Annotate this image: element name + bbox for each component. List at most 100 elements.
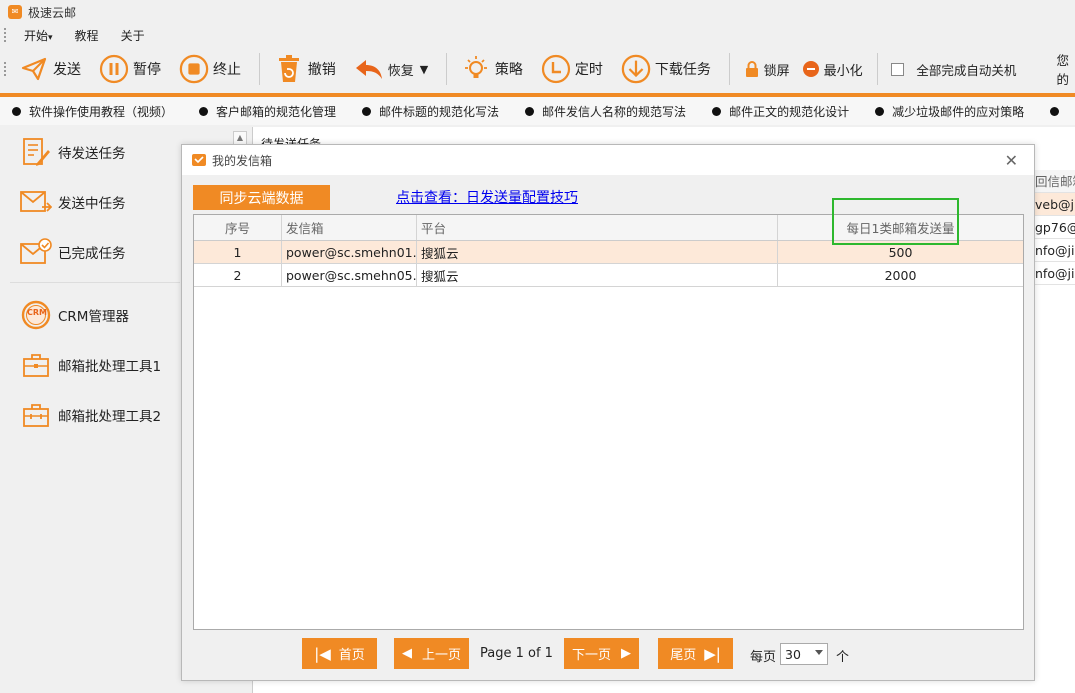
column-header-platform[interactable]: 平台	[417, 215, 778, 240]
sidebar-item-sending[interactable]: 发送中任务	[20, 186, 126, 218]
chevron-down-icon	[815, 650, 823, 655]
prev-page-button[interactable]: ◀ 上一页	[394, 638, 469, 669]
paper-plane-icon	[19, 54, 49, 84]
sidebar-item-completed[interactable]: 已完成任务	[20, 236, 126, 268]
envelope-check-icon	[20, 236, 52, 268]
minimize-label: 最小化	[823, 63, 863, 79]
cell-platform: 搜狐云	[417, 241, 778, 263]
envelope-arrow-icon	[20, 186, 52, 218]
restore-button[interactable]: 恢复 ▼	[354, 49, 428, 89]
cell-platform: 搜狐云	[417, 264, 778, 286]
table-cell-partial: nfo@jisu	[1035, 262, 1075, 285]
table-row[interactable]: 2 power@sc.smehn05... 搜狐云 2000	[194, 264, 1023, 287]
menu-bar: 开始▾ 教程 关于	[0, 24, 1075, 46]
tutorial-link[interactable]: 邮件标题的规范化写法	[362, 103, 499, 120]
send-button[interactable]: 发送	[19, 49, 81, 89]
auto-shutdown-checkbox[interactable]	[891, 62, 905, 76]
table-header: 序号 发信箱 平台 每日1类邮箱发送量	[194, 215, 1023, 241]
stop-button[interactable]: 终止	[179, 49, 241, 89]
scroll-up-arrow-icon[interactable]: ▲	[233, 131, 247, 145]
bullet-icon	[1050, 106, 1060, 116]
per-page-select[interactable]: 30	[780, 643, 828, 665]
cell-daily-volume[interactable]: 2000	[778, 264, 1023, 286]
next-page-button[interactable]: 下一页 ▶	[564, 638, 639, 669]
sidebar-divider	[10, 282, 180, 283]
lock-label: 锁屏	[763, 63, 790, 79]
daily-send-tips-link[interactable]: 点击查看：日发送量配置技巧	[396, 187, 578, 207]
minus-circle-icon	[802, 54, 820, 84]
background-reply-column: 回信邮箱 veb@jisu gp76@ nfo@jisu nfo@jisu	[1035, 170, 1075, 290]
close-icon[interactable]: ✕	[1005, 151, 1018, 170]
column-header-partial: 回信邮箱	[1035, 170, 1075, 193]
user-greeting-partial: 您的	[1056, 53, 1069, 87]
pause-button[interactable]: 暂停	[99, 49, 161, 89]
sidebar-item-label: 邮箱批处理工具2	[58, 409, 162, 425]
strategy-button[interactable]: 策略	[461, 49, 523, 89]
menu-tutorial[interactable]: 教程	[75, 27, 99, 44]
bullet-icon	[875, 106, 885, 116]
tutorial-link[interactable]: 邮件正文的规范化设计	[712, 103, 849, 120]
sync-cloud-button[interactable]: 同步云端数据	[193, 185, 330, 210]
auto-shutdown-option[interactable]: 全部完成自动关机	[891, 49, 1016, 89]
restore-dropdown-icon[interactable]: ▼	[420, 63, 428, 76]
trash-undo-icon	[274, 54, 304, 84]
next-page-icon: ▶	[621, 646, 631, 661]
pause-icon	[99, 54, 129, 84]
bullet-icon	[525, 106, 535, 116]
column-header-index[interactable]: 序号	[194, 215, 282, 240]
sidebar-item-crm[interactable]: CRM CRM管理器	[20, 299, 129, 331]
sidebar-item-pending[interactable]: 待发送任务	[20, 136, 126, 168]
bullet-icon	[712, 106, 722, 116]
last-page-button[interactable]: 尾页 ▶|	[658, 638, 733, 669]
sidebar-item-label: 已完成任务	[58, 246, 126, 262]
lightbulb-icon	[461, 54, 491, 84]
last-page-icon: ▶|	[704, 644, 721, 663]
column-header-mailbox[interactable]: 发信箱	[282, 215, 417, 240]
timer-label: 定时	[574, 62, 603, 78]
first-page-icon: |◀	[314, 644, 331, 663]
sidebar-item-tool2[interactable]: 邮箱批处理工具2	[20, 399, 161, 431]
cell-index: 1	[194, 241, 282, 263]
toolbar-separator	[258, 53, 260, 85]
back-arrow-icon	[354, 54, 384, 84]
auto-shutdown-label: 全部完成自动关机	[916, 62, 1017, 78]
menu-start[interactable]: 开始▾	[24, 27, 53, 44]
minimize-button[interactable]: 最小化	[802, 49, 863, 89]
bullet-icon	[199, 106, 209, 116]
stop-label: 终止	[212, 62, 241, 78]
pause-label: 暂停	[132, 62, 161, 78]
outbox-table: 序号 发信箱 平台 每日1类邮箱发送量 1 power@sc.smehn01..…	[193, 214, 1024, 630]
lock-screen-button[interactable]: 锁屏	[744, 49, 790, 89]
tutorial-link[interactable]: 邮件发信人名称的规范写法	[525, 103, 686, 120]
first-page-button[interactable]: |◀ 首页	[302, 638, 377, 669]
tutorial-link[interactable]: 减少垃圾邮件的应对策略	[875, 103, 1024, 120]
send-label: 发送	[52, 62, 81, 78]
crm-logo-text: CRM	[27, 308, 47, 317]
menu-start-dropdown-icon: ▾	[48, 32, 53, 43]
undo-label: 撤销	[307, 62, 336, 78]
undo-button[interactable]: 撤销	[274, 49, 336, 89]
table-cell-partial: nfo@jisu	[1035, 239, 1075, 262]
app-title: 极速云邮	[28, 5, 77, 20]
column-header-daily-volume[interactable]: 每日1类邮箱发送量	[778, 215, 1023, 240]
tutorial-link[interactable]: 客户邮箱的规范化管理	[199, 103, 336, 120]
sidebar-item-label: 发送中任务	[58, 196, 126, 212]
sidebar-item-tool1[interactable]: 邮箱批处理工具1	[20, 349, 161, 381]
table-row[interactable]: 1 power@sc.smehn01... 搜狐云 500	[194, 241, 1023, 264]
cell-mailbox: power@sc.smehn05...	[282, 264, 417, 286]
cell-daily-volume[interactable]: 500	[778, 241, 1023, 263]
app-logo-icon: ✉	[8, 5, 22, 19]
title-bar: ✉ 极速云邮	[0, 0, 1075, 24]
tutorial-link[interactable]	[1050, 106, 1067, 116]
tutorial-link[interactable]: 软件操作使用教程（视频）	[12, 103, 173, 120]
document-edit-icon	[20, 136, 52, 168]
bullet-icon	[12, 106, 21, 116]
menu-about[interactable]: 关于	[121, 27, 145, 44]
toolbar-grip-handle	[4, 62, 9, 76]
timer-button[interactable]: 定时	[541, 49, 603, 89]
download-task-button[interactable]: 下载任务	[621, 49, 711, 89]
dialog-title-bar: 我的发信箱 ✕	[182, 145, 1034, 175]
page-info: Page 1 of 1	[480, 646, 553, 661]
toolbar-separator	[876, 53, 878, 85]
toolbox-icon	[20, 399, 52, 431]
